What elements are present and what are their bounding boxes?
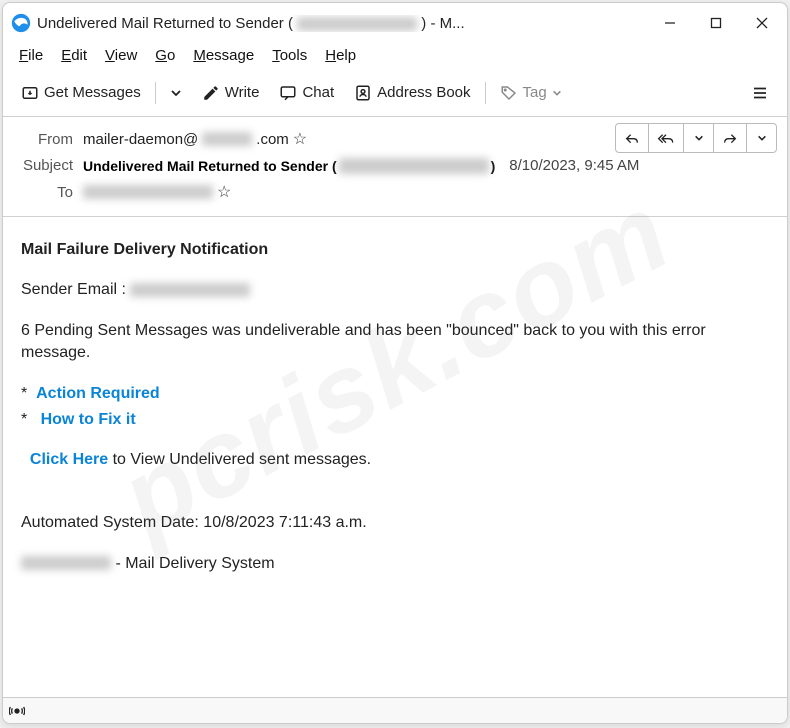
sender-email-line: Sender Email : xxxxxxxxxx bbox=[21, 279, 769, 301]
message-body: Mail Failure Delivery Notification Sende… bbox=[3, 217, 787, 697]
write-button[interactable]: Write bbox=[194, 78, 268, 108]
to-label: To bbox=[13, 184, 73, 201]
close-button[interactable] bbox=[739, 7, 785, 39]
address-book-icon bbox=[354, 84, 372, 102]
pencil-icon bbox=[202, 84, 220, 102]
toolbar: Get Messages Write Chat Address Book bbox=[3, 69, 787, 117]
message-headers: From mailer-daemon@xxxx.com ☆ Subject Un… bbox=[3, 117, 787, 217]
chat-label: Chat bbox=[302, 84, 334, 101]
menu-edit[interactable]: Edit bbox=[53, 44, 95, 67]
from-label: From bbox=[13, 131, 73, 148]
activity-icon[interactable] bbox=[9, 703, 25, 719]
menubar: File Edit View Go Message Tools Help bbox=[3, 41, 787, 69]
statusbar bbox=[3, 697, 787, 723]
write-label: Write bbox=[225, 84, 260, 101]
get-messages-label: Get Messages bbox=[44, 84, 141, 101]
separator bbox=[485, 82, 486, 104]
bullet-action-required: * Action Required bbox=[21, 383, 769, 405]
subject-value: Undelivered Mail Returned to Sender ( xx… bbox=[83, 158, 495, 174]
menu-go[interactable]: Go bbox=[147, 44, 183, 67]
minimize-button[interactable] bbox=[647, 7, 693, 39]
menu-tools[interactable]: Tools bbox=[264, 44, 315, 67]
menu-help[interactable]: Help bbox=[317, 44, 364, 67]
chat-icon bbox=[279, 84, 297, 102]
reply-all-button[interactable] bbox=[649, 123, 684, 153]
tag-label: Tag bbox=[523, 84, 547, 101]
chevron-down-icon bbox=[170, 87, 182, 99]
address-book-label: Address Book bbox=[377, 84, 470, 101]
hamburger-icon bbox=[751, 84, 769, 102]
menu-view[interactable]: View bbox=[97, 44, 145, 67]
get-messages-button[interactable]: Get Messages bbox=[13, 78, 149, 108]
titlebar: Undelivered Mail Returned to Sender ( xx… bbox=[3, 3, 787, 41]
window-controls bbox=[647, 7, 785, 39]
chat-button[interactable]: Chat bbox=[271, 78, 342, 108]
to-row: To xxxxxxxxx ☆ bbox=[13, 178, 777, 206]
click-here-link[interactable]: Click Here bbox=[30, 451, 108, 468]
pending-text: 6 Pending Sent Messages was undeliverabl… bbox=[21, 320, 769, 365]
date-value: 8/10/2023, 9:45 AM bbox=[509, 157, 639, 174]
more-actions-dropdown[interactable] bbox=[747, 123, 777, 153]
window-title: Undelivered Mail Returned to Sender ( xx… bbox=[37, 15, 647, 32]
thunderbird-icon bbox=[11, 13, 31, 33]
get-messages-dropdown[interactable] bbox=[162, 81, 190, 105]
chevron-down-icon bbox=[552, 88, 562, 98]
subject-row: Subject Undelivered Mail Returned to Sen… bbox=[13, 153, 777, 178]
tag-button[interactable]: Tag bbox=[492, 78, 570, 108]
star-icon[interactable]: ☆ bbox=[293, 129, 307, 149]
mds-line: xxxxxxx - Mail Delivery System bbox=[21, 553, 769, 575]
separator bbox=[155, 82, 156, 104]
menu-file[interactable]: File bbox=[11, 44, 51, 67]
reply-button[interactable] bbox=[615, 123, 649, 153]
reply-actions bbox=[615, 123, 777, 153]
app-window: Undelivered Mail Returned to Sender ( xx… bbox=[2, 2, 788, 724]
forward-button[interactable] bbox=[714, 123, 747, 153]
how-to-fix-link[interactable]: How to Fix it bbox=[41, 411, 136, 428]
auto-date-line: Automated System Date: 10/8/2023 7:11:43… bbox=[21, 512, 769, 534]
bullet-how-to-fix: * How to Fix it bbox=[21, 409, 769, 431]
subject-label: Subject bbox=[13, 157, 73, 174]
reply-dropdown[interactable] bbox=[684, 123, 714, 153]
menu-message[interactable]: Message bbox=[185, 44, 262, 67]
star-icon[interactable]: ☆ bbox=[217, 182, 231, 202]
action-required-link[interactable]: Action Required bbox=[36, 385, 160, 402]
click-here-line: Click Here to View Undelivered sent mess… bbox=[21, 449, 769, 471]
maximize-button[interactable] bbox=[693, 7, 739, 39]
app-menu-button[interactable] bbox=[743, 78, 777, 108]
body-heading: Mail Failure Delivery Notification bbox=[21, 239, 769, 261]
download-icon bbox=[21, 84, 39, 102]
tag-icon bbox=[500, 84, 518, 102]
address-book-button[interactable]: Address Book bbox=[346, 78, 478, 108]
to-value[interactable]: xxxxxxxxx ☆ bbox=[83, 182, 777, 202]
